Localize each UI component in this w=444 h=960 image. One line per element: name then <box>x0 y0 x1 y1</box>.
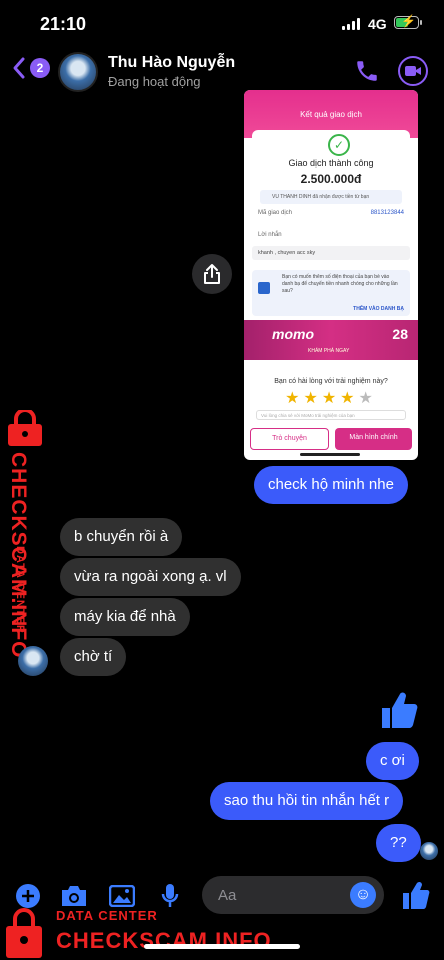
rating-stars: ★★★★★ <box>244 388 418 408</box>
amount: 2.500.000đ <box>300 172 362 186</box>
signal-icon <box>342 18 360 30</box>
contact-prompt: Bạn có muốn thêm số điện thoại của bạn b… <box>282 274 398 294</box>
watermark-bottom-small: DATA CENTER <box>56 908 158 923</box>
message-bubble[interactable]: c ơi <box>366 742 419 780</box>
battery-tip <box>420 20 422 25</box>
recipient-note: VU THANH DINH đã nhận được tiền từ bạn <box>260 190 402 204</box>
message-bubble[interactable]: ?? <box>376 824 421 862</box>
chat-header: 2 Thu Hào Nguyễn Đang hoạt động <box>0 46 444 96</box>
like-button[interactable] <box>402 880 430 910</box>
star-icon: ★ <box>358 390 377 407</box>
emoji-icon[interactable]: ☺ <box>350 882 376 908</box>
star-icon: ★ <box>340 390 359 407</box>
message-bubble[interactable]: máy kia để nhà <box>60 598 190 636</box>
add-contact-box: Bạn có muốn thêm số điện thoại của bạn b… <box>252 270 410 316</box>
momo-buttons: Trò chuyện Màn hình chính <box>250 428 412 450</box>
seen-avatar <box>420 842 438 860</box>
watermark-side: DATA CENTER CHECKSCAM.INFO <box>0 406 52 659</box>
momo-title: Kết quả giao dịch <box>300 110 362 119</box>
banner-text: momo <box>272 326 314 342</box>
home-indicator <box>300 453 360 456</box>
contact-small-avatar <box>18 646 48 676</box>
feedback-field: Vui lòng chia sẻ với MoMo trải nghiệm củ… <box>256 410 406 420</box>
add-contact-link: THÊM VÀO DANH BẠ <box>353 306 404 312</box>
transaction-card: ✓ Giao dịch thành công 2.500.000đ VU THA… <box>252 130 410 220</box>
watermark-bottom: DATA CENTER CHECKSCAM.INFO <box>0 902 300 960</box>
video-call-button[interactable] <box>398 56 428 86</box>
home-indicator <box>144 944 300 949</box>
rating-prompt: Bạn có hài lòng với trải nghiệm này? <box>274 378 388 385</box>
watermark-bottom-big: CHECKSCAM.INFO <box>56 928 272 953</box>
share-icon <box>204 264 220 284</box>
star-icon: ★ <box>321 390 341 407</box>
message-bubble[interactable]: b chuyển rồi à <box>60 518 183 556</box>
contact-name[interactable]: Thu Hào Nguyễn <box>108 54 235 72</box>
shared-image-message[interactable]: Kết quả giao dịch ✓ Giao dịch thành công… <box>244 90 418 460</box>
battery-icon: ⚡ <box>394 14 419 29</box>
check-icon: ✓ <box>328 134 350 156</box>
star-icon: ★ <box>285 390 304 407</box>
momo-banner: momo KHÁM PHÁ NGAY 28 <box>244 320 418 360</box>
star-icon: ★ <box>303 390 322 407</box>
txn-label: Mã giao dịch <box>258 210 293 216</box>
watermark-side-big: CHECKSCAM.INFO <box>7 452 30 659</box>
message-bubble[interactable]: vừa ra ngoài xong ạ. vl <box>60 558 241 596</box>
home-button: Màn hình chính <box>335 428 412 450</box>
network-type: 4G <box>368 16 387 32</box>
success-text: Giao dịch thành công <box>288 158 374 168</box>
contact-avatar[interactable] <box>58 52 98 92</box>
banner-date: 28 <box>392 326 408 342</box>
contact-status: Đang hoạt động <box>108 74 201 89</box>
video-icon <box>405 66 421 76</box>
back-button[interactable]: 2 <box>10 56 50 80</box>
unread-badge: 2 <box>30 58 50 78</box>
txn-value: 8813123844 <box>370 210 404 216</box>
message-label: Lời nhắn <box>258 232 282 238</box>
lock-icon <box>8 410 42 446</box>
lock-icon <box>6 908 42 958</box>
chat-button: Trò chuyện <box>250 428 329 450</box>
chevron-left-icon <box>13 57 25 79</box>
banner-cta: KHÁM PHÁ NGAY <box>308 348 350 354</box>
status-time: 21:10 <box>40 14 87 34</box>
share-button[interactable] <box>192 254 232 294</box>
message-bubble[interactable]: sao thu hồi tin nhắn hết r <box>210 782 404 820</box>
message-value: khanh , chuyen acc sky <box>252 246 410 260</box>
status-bar: 21:10 4G ⚡ <box>0 0 444 46</box>
phone-icon[interactable] <box>354 58 380 84</box>
message-bubble[interactable]: check hộ minh nhe <box>254 466 408 504</box>
message-bubble[interactable]: chờ tí <box>60 638 127 676</box>
contact-book-icon <box>258 282 270 294</box>
thumbs-up-icon[interactable] <box>380 690 418 730</box>
